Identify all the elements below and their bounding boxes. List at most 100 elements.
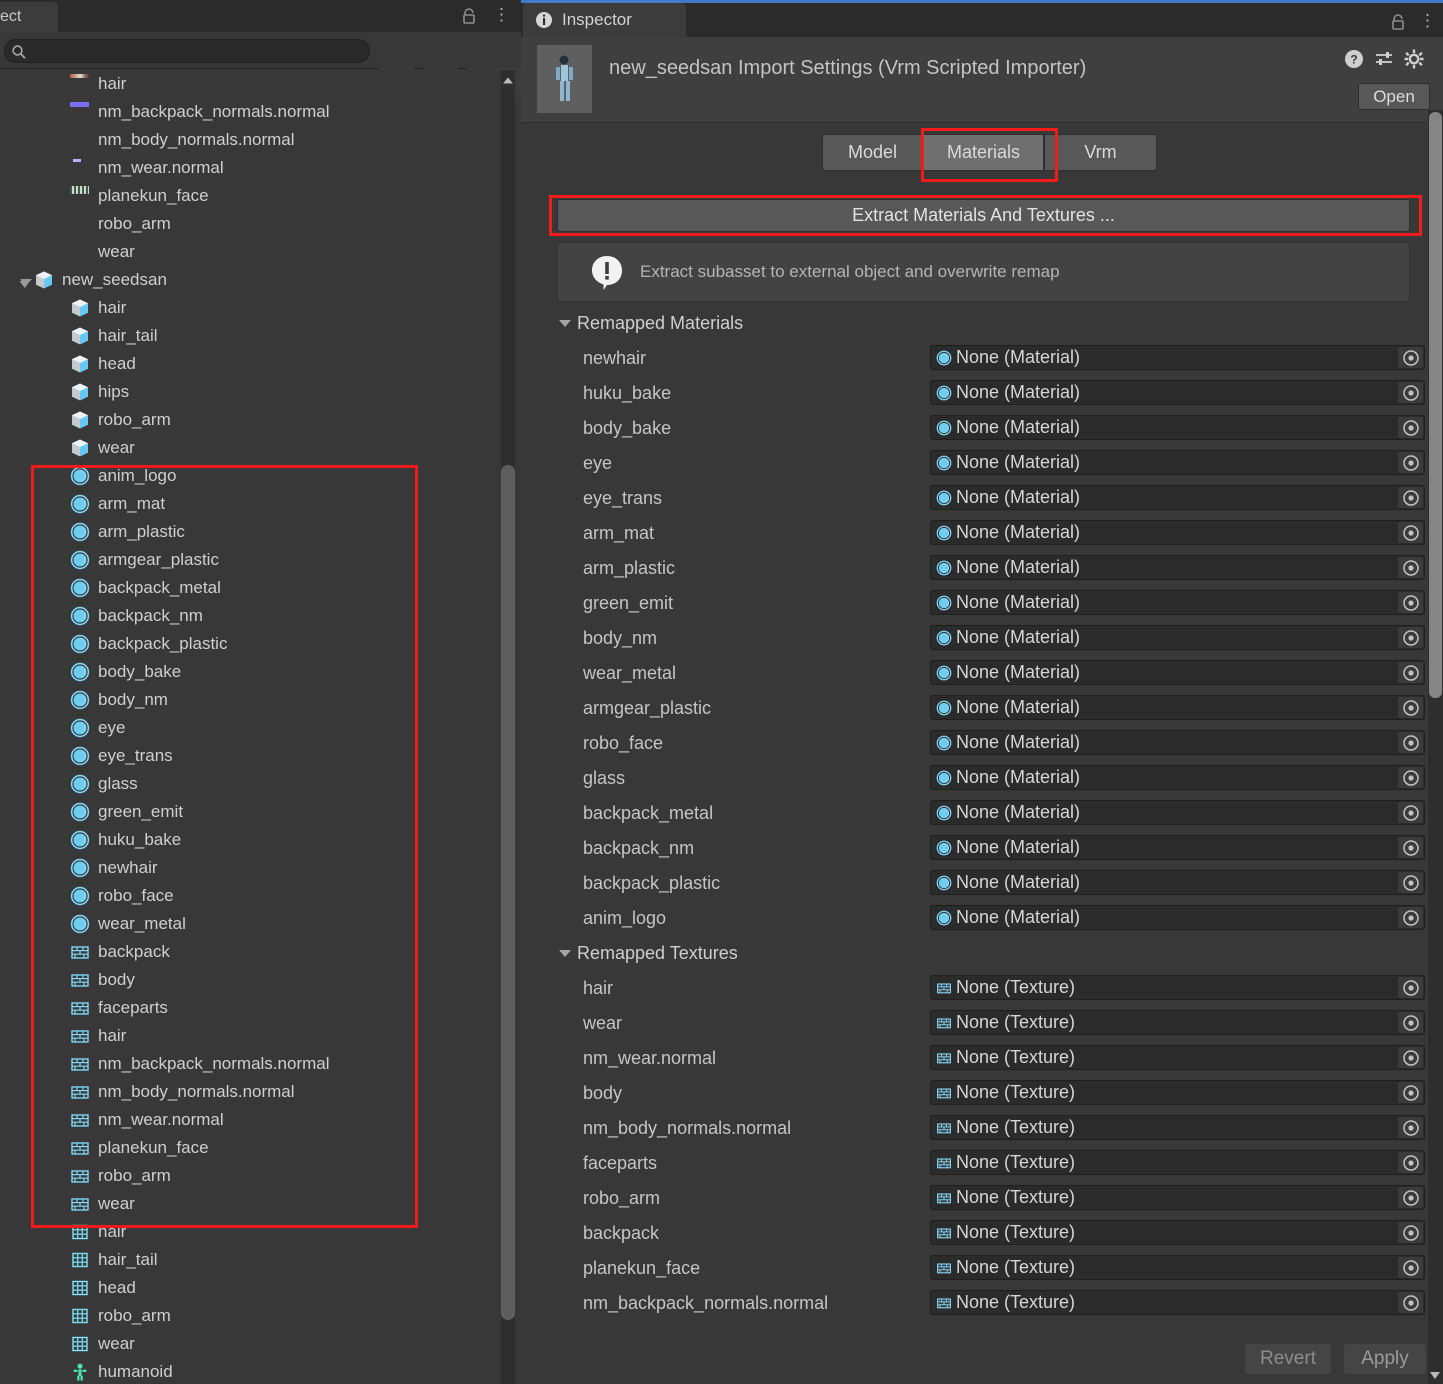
- kebab-menu-icon[interactable]: ⋮: [493, 5, 510, 27]
- remapped-materials-header[interactable]: Remapped Materials: [559, 309, 743, 337]
- asset-tree-item[interactable]: new_seedsan: [0, 266, 502, 294]
- object-picker-icon[interactable]: [1398, 802, 1423, 823]
- tab-project[interactable]: ect: [0, 2, 58, 32]
- asset-tree-item[interactable]: green_emit: [0, 798, 502, 826]
- tab-inspector[interactable]: Inspector: [523, 3, 686, 37]
- asset-tree-item[interactable]: anim_logo: [0, 462, 502, 490]
- project-asset-tree[interactable]: hair nm_backpack_normals.normal nm_body_no…: [0, 70, 502, 1384]
- object-field[interactable]: None (Texture): [930, 1150, 1425, 1175]
- object-picker-icon[interactable]: [1398, 907, 1423, 928]
- gear-icon[interactable]: [1404, 49, 1424, 69]
- asset-tree-item[interactable]: arm_mat: [0, 490, 502, 518]
- object-picker-icon[interactable]: [1398, 1082, 1423, 1103]
- object-field[interactable]: None (Material): [930, 695, 1425, 720]
- object-picker-icon[interactable]: [1398, 522, 1423, 543]
- object-field[interactable]: None (Material): [930, 590, 1425, 615]
- object-picker-icon[interactable]: [1398, 1257, 1423, 1278]
- search-input[interactable]: [31, 40, 361, 62]
- asset-tree-item[interactable]: humanoid: [0, 1358, 502, 1384]
- open-button[interactable]: Open: [1358, 83, 1430, 110]
- asset-tree-item[interactable]: wear_metal: [0, 910, 502, 938]
- object-picker-icon[interactable]: [1398, 1152, 1423, 1173]
- object-field[interactable]: None (Material): [930, 415, 1425, 440]
- asset-tree-item[interactable]: hair: [0, 1218, 502, 1246]
- tab-materials[interactable]: Materials: [923, 134, 1044, 171]
- asset-tree-item[interactable]: newhair: [0, 854, 502, 882]
- object-field[interactable]: None (Material): [930, 450, 1425, 475]
- asset-tree-item[interactable]: robo_arm: [0, 1302, 502, 1330]
- asset-tree-item[interactable]: wear: [0, 238, 502, 266]
- revert-button[interactable]: Revert: [1245, 1344, 1331, 1374]
- chevron-down-icon[interactable]: [16, 271, 34, 289]
- object-field[interactable]: None (Material): [930, 555, 1425, 580]
- asset-tree-item[interactable]: nm_body_normals.normal: [0, 126, 502, 154]
- object-picker-icon[interactable]: [1398, 347, 1423, 368]
- object-field[interactable]: None (Texture): [930, 1010, 1425, 1035]
- object-picker-icon[interactable]: [1398, 872, 1423, 893]
- object-picker-icon[interactable]: [1398, 732, 1423, 753]
- object-field[interactable]: None (Material): [930, 800, 1425, 825]
- asset-tree-item[interactable]: backpack_nm: [0, 602, 502, 630]
- asset-tree-item[interactable]: eye_trans: [0, 742, 502, 770]
- asset-tree-item[interactable]: wear: [0, 1190, 502, 1218]
- object-picker-icon[interactable]: [1398, 557, 1423, 578]
- object-picker-icon[interactable]: [1398, 697, 1423, 718]
- object-picker-icon[interactable]: [1398, 452, 1423, 473]
- object-field[interactable]: None (Texture): [930, 1255, 1425, 1280]
- asset-tree-item[interactable]: nm_wear.normal: [0, 154, 502, 182]
- object-field[interactable]: None (Material): [930, 485, 1425, 510]
- asset-tree-item[interactable]: robo_arm: [0, 406, 502, 434]
- asset-tree-item[interactable]: nm_body_normals.normal: [0, 1078, 502, 1106]
- scroll-up-arrow-icon[interactable]: [501, 74, 515, 88]
- asset-tree-item[interactable]: hair: [0, 1022, 502, 1050]
- object-field[interactable]: None (Texture): [930, 975, 1425, 1000]
- object-field[interactable]: None (Material): [930, 730, 1425, 755]
- object-field[interactable]: None (Material): [930, 625, 1425, 650]
- asset-tree-item[interactable]: nm_backpack_normals.normal: [0, 98, 502, 126]
- object-picker-icon[interactable]: [1398, 382, 1423, 403]
- asset-tree-item[interactable]: hair_tail: [0, 1246, 502, 1274]
- asset-tree-item[interactable]: body_nm: [0, 686, 502, 714]
- object-picker-icon[interactable]: [1398, 487, 1423, 508]
- asset-tree-item[interactable]: body_bake: [0, 658, 502, 686]
- object-field[interactable]: None (Material): [930, 835, 1425, 860]
- object-picker-icon[interactable]: [1398, 1187, 1423, 1208]
- asset-tree-item[interactable]: robo_arm: [0, 210, 502, 238]
- object-field[interactable]: None (Texture): [930, 1045, 1425, 1070]
- project-scrollbar-thumb[interactable]: [501, 465, 515, 1320]
- object-picker-icon[interactable]: [1398, 977, 1423, 998]
- object-field[interactable]: None (Material): [930, 345, 1425, 370]
- asset-tree-item[interactable]: backpack_plastic: [0, 630, 502, 658]
- asset-tree-item[interactable]: huku_bake: [0, 826, 502, 854]
- object-field[interactable]: None (Material): [930, 660, 1425, 685]
- object-field[interactable]: None (Texture): [930, 1220, 1425, 1245]
- lock-icon[interactable]: [1389, 13, 1407, 31]
- tab-vrm[interactable]: Vrm: [1044, 134, 1157, 171]
- asset-tree-item[interactable]: arm_plastic: [0, 518, 502, 546]
- kebab-menu-icon[interactable]: ⋮: [1419, 10, 1436, 32]
- asset-tree-item[interactable]: nm_wear.normal: [0, 1106, 502, 1134]
- object-picker-icon[interactable]: [1398, 627, 1423, 648]
- object-field[interactable]: None (Texture): [930, 1115, 1425, 1140]
- object-picker-icon[interactable]: [1398, 592, 1423, 613]
- asset-tree-item[interactable]: faceparts: [0, 994, 502, 1022]
- asset-tree-item[interactable]: backpack_metal: [0, 574, 502, 602]
- asset-tree-item[interactable]: wear: [0, 1330, 502, 1358]
- object-picker-icon[interactable]: [1398, 1117, 1423, 1138]
- object-field[interactable]: None (Texture): [930, 1290, 1425, 1315]
- scroll-down-arrow-icon[interactable]: [1428, 1368, 1442, 1380]
- object-field[interactable]: None (Texture): [930, 1185, 1425, 1210]
- asset-tree-item[interactable]: nm_backpack_normals.normal: [0, 1050, 502, 1078]
- object-picker-icon[interactable]: [1398, 662, 1423, 683]
- asset-tree-item[interactable]: hips: [0, 378, 502, 406]
- asset-tree-item[interactable]: head: [0, 350, 502, 378]
- search-box[interactable]: [4, 39, 370, 63]
- asset-tree-item[interactable]: backpack: [0, 938, 502, 966]
- remapped-textures-header[interactable]: Remapped Textures: [559, 939, 738, 967]
- tab-model[interactable]: Model: [822, 134, 923, 171]
- inspector-scrollbar-thumb[interactable]: [1429, 112, 1442, 698]
- asset-tree-item[interactable]: hair: [0, 70, 502, 98]
- object-picker-icon[interactable]: [1398, 1292, 1423, 1313]
- object-picker-icon[interactable]: [1398, 417, 1423, 438]
- object-field[interactable]: None (Material): [930, 905, 1425, 930]
